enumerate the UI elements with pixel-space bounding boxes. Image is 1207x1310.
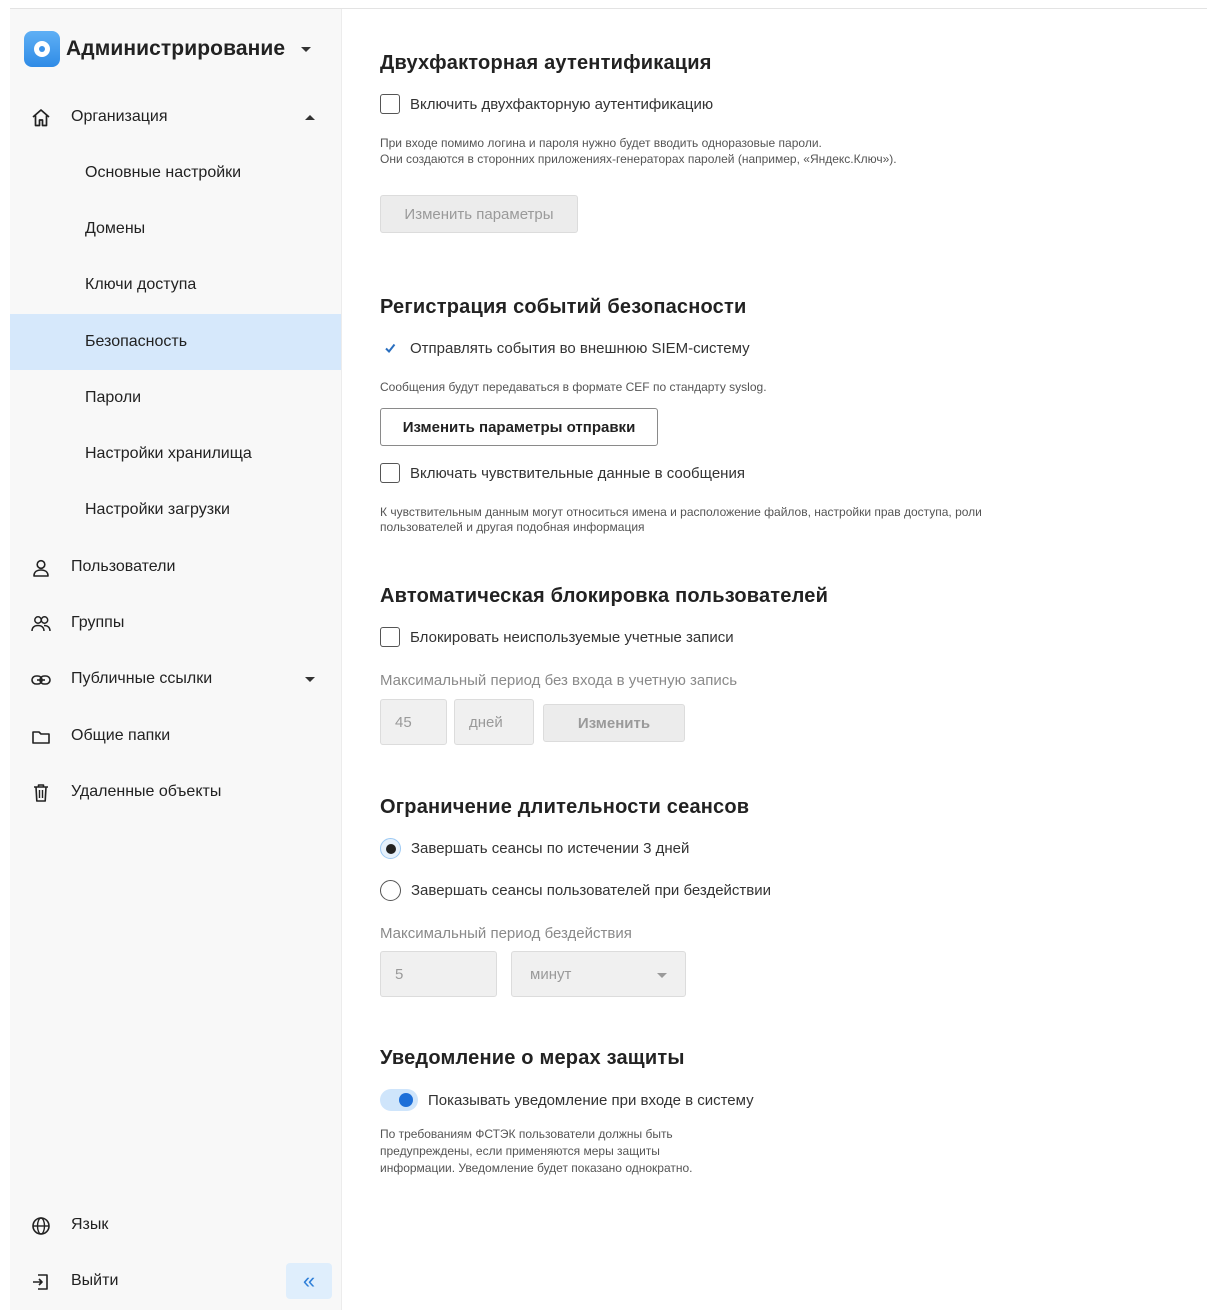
sub-item-upload-settings[interactable]: Настройки загрузки [10,482,341,538]
block-unused-checkbox-label: Блокировать неиспользуемые учетные запис… [410,628,734,646]
home-icon [30,107,52,129]
sub-item-storage-settings[interactable]: Настройки хранилища [10,426,341,482]
nav-item-users[interactable]: Пользователи [10,539,341,595]
sub-item-security[interactable]: Безопасность [10,314,341,370]
idle-period-label: Максимальный период бездействия [380,925,632,942]
nav-item-deleted-objects[interactable]: Удаленные объекты [10,764,341,820]
two-factor-change-button[interactable]: Изменить параметры [380,195,578,233]
two-factor-hint-1: При входе помимо логина и пароля нужно б… [380,136,822,150]
nav-item-shared-folders[interactable]: Общие папки [10,708,341,764]
chevron-down-icon [305,676,315,682]
app-switcher[interactable]: Администрирование [24,31,312,67]
nav-item-label: Организация [71,108,168,125]
trash-icon [30,782,52,804]
collapse-sidebar-button[interactable]: « [286,1263,332,1299]
sub-item-label: Безопасность [85,333,188,350]
two-factor-title: Двухфакторная аутентификация [380,52,712,74]
sensitive-hint-1: К чувствительным данным могут относиться… [380,505,982,519]
sub-item-label: Пароли [85,389,142,406]
idle-unit-select[interactable]: минут [511,951,686,997]
notice-title: Уведомление о мерах защиты [380,1047,685,1069]
session-option-idle-label: Завершать сеансы пользователей при безде… [411,882,772,899]
toggle-switch[interactable] [380,1089,418,1111]
app-title: Администрирование [66,37,286,60]
nav-item-label: Группы [71,614,125,631]
block-unused-checkbox[interactable]: Блокировать неиспользуемые учетные запис… [380,627,734,647]
sensitive-data-checkbox-label: Включать чувствительные данные в сообщен… [410,464,745,482]
auto-block-change-button[interactable]: Изменить [543,704,685,742]
nav-item-label: Язык [71,1216,109,1233]
session-option-3-days[interactable]: Завершать сеансы по истечении 3 дней [380,838,689,859]
checkbox-box[interactable] [380,94,400,114]
app-logo-icon [24,31,60,67]
two-factor-hint-2: Они создаются в сторонних приложениях-ге… [380,152,897,166]
nav-item-label: Выйти [71,1272,119,1289]
inactivity-unit-value: дней [469,713,503,731]
sub-item-label: Настройки хранилища [85,445,252,462]
chevron-up-icon [305,114,315,120]
change-sending-params-button[interactable]: Изменить параметры отправки [380,408,658,446]
notice-hint-3: информации. Уведомление будет показано о… [380,1161,693,1175]
checkbox-box[interactable] [380,627,400,647]
nav-item-organization[interactable]: Организация [10,89,341,145]
two-factor-checkbox-label: Включить двухфакторную аутентификацию [410,95,714,113]
notice-toggle-label: Показывать уведомление при входе в систе… [428,1091,754,1109]
double-chevron-left-icon: « [302,1268,316,1293]
session-limit-title: Ограничение длительности сеансов [380,796,750,818]
auto-block-title: Автоматическая блокировка пользователей [380,585,829,607]
nav-item-public-links[interactable]: Публичные ссылки [10,651,341,707]
logout-icon [30,1271,52,1293]
nav-item-label: Удаленные объекты [71,783,222,800]
siem-checkbox-label: Отправлять события во внешнюю SIEM-систе… [410,339,750,357]
sub-item-label: Ключи доступа [85,276,197,293]
sensitive-hint-2: пользователей и другая подобная информац… [380,520,645,534]
checkmark-icon[interactable] [380,338,400,358]
radio-unselected[interactable] [380,880,401,901]
sidebar: Администрирование Организация Основные н… [10,9,342,1310]
inactivity-unit-field[interactable]: дней [454,699,534,745]
idle-period-input[interactable]: 5 [380,951,497,997]
sub-item-passwords[interactable]: Пароли [10,370,341,426]
sub-item-access-keys[interactable]: Ключи доступа [10,257,341,313]
nav-item-label: Публичные ссылки [71,670,213,687]
inactivity-days-value: 45 [395,713,412,731]
idle-unit-value: минут [530,965,572,983]
radio-selected[interactable] [380,838,401,859]
sensitive-data-checkbox[interactable]: Включать чувствительные данные в сообщен… [380,463,745,483]
inactivity-days-input[interactable]: 45 [380,699,447,745]
session-option-3-days-label: Завершать сеансы по истечении 3 дней [411,840,690,857]
nav-item-groups[interactable]: Группы [10,595,341,651]
notice-toggle[interactable]: Показывать уведомление при входе в систе… [380,1089,754,1111]
siem-hint: Сообщения будут передаваться в формате C… [380,380,767,394]
inactivity-period-label: Максимальный период без входа в учетную … [380,672,738,689]
notice-hint-1: По требованиям ФСТЭК пользователи должны… [380,1127,673,1141]
idle-period-value: 5 [395,965,404,983]
nav-item-label: Общие папки [71,727,171,744]
session-option-idle[interactable]: Завершать сеансы пользователей при безде… [380,880,771,901]
user-icon [30,557,52,579]
users-group-icon [30,613,52,635]
sub-item-label: Настройки загрузки [85,501,230,518]
sub-item-label: Основные настройки [85,164,242,181]
notice-hint-2: предупреждены, если применяются меры защ… [380,1144,660,1158]
globe-icon [30,1215,52,1237]
chevron-down-icon [301,46,312,52]
nav-item-label: Пользователи [71,558,176,575]
sub-item-general-settings[interactable]: Основные настройки [10,145,341,201]
folder-icon [30,726,52,748]
two-factor-checkbox[interactable]: Включить двухфакторную аутентификацию [380,94,713,114]
sub-item-label: Домены [85,220,146,237]
siem-checkbox[interactable]: Отправлять события во внешнюю SIEM-систе… [380,338,750,358]
event-logging-title: Регистрация событий безопасности [380,296,747,318]
nav-item-language[interactable]: Язык [10,1197,341,1253]
link-icon [30,669,52,691]
chevron-down-icon [657,973,667,978]
sub-item-domains[interactable]: Домены [10,201,341,257]
checkbox-box[interactable] [380,463,400,483]
